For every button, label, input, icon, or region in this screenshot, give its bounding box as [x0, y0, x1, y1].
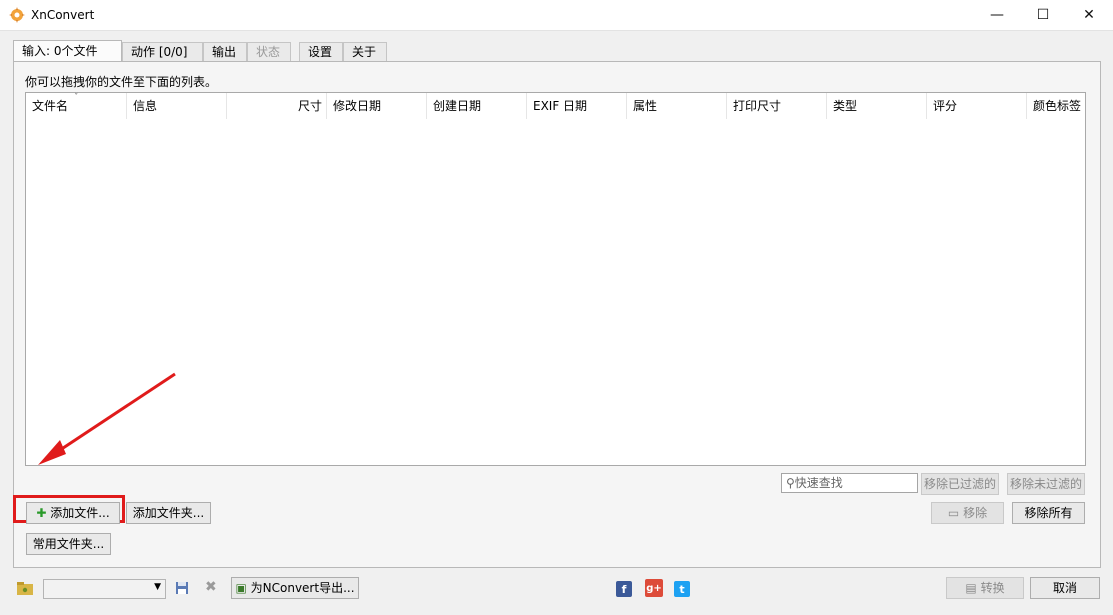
annotation-arrow: [38, 372, 176, 465]
export-nconvert-button[interactable]: ▣ 为NConvert导出...: [231, 577, 359, 599]
minus-icon: ▭: [947, 506, 960, 520]
dropdown-arrow-icon: ▼: [154, 582, 161, 592]
minimize-button[interactable]: —: [974, 0, 1020, 30]
minimize-icon: —: [990, 7, 1004, 23]
save-icon[interactable]: [175, 581, 189, 595]
remove-filtered-button[interactable]: 移除已过滤的: [921, 473, 999, 495]
remove-all-button[interactable]: 移除所有: [1012, 502, 1085, 524]
facebook-icon[interactable]: f: [616, 581, 632, 597]
tab-actions[interactable]: 动作 [0/0]: [122, 42, 203, 62]
cancel-button[interactable]: 取消: [1030, 577, 1100, 599]
twitter-icon[interactable]: t: [674, 581, 690, 597]
convert-icon: ▤: [965, 581, 977, 595]
maximize-button[interactable]: ☐: [1020, 0, 1066, 30]
column-header-info[interactable]: 信息: [127, 93, 227, 119]
search-placeholder: 快速查找: [794, 476, 843, 490]
file-list[interactable]: 文件名 ˇ 信息 尺寸 修改日期 创建日期 EXIF 日期 属性 打印尺寸 类型…: [25, 92, 1086, 466]
tab-settings[interactable]: 设置: [299, 42, 343, 62]
quick-search-input[interactable]: ⚲快速查找: [781, 473, 918, 493]
preset-combo[interactable]: ▼: [43, 579, 166, 599]
close-button[interactable]: ✕: [1066, 0, 1112, 30]
column-header-size[interactable]: 尺寸: [227, 93, 327, 119]
delete-icon[interactable]: ✖: [205, 579, 217, 595]
maximize-icon: ☐: [1036, 7, 1050, 23]
column-header-attributes[interactable]: 属性: [627, 93, 727, 119]
column-header-print-size[interactable]: 打印尺寸: [727, 93, 827, 119]
window-title: XnConvert: [31, 8, 95, 22]
tab-input[interactable]: 输入: 0个文件: [13, 40, 122, 62]
title-bar: XnConvert — ☐ ✕: [0, 0, 1113, 31]
remove-button[interactable]: ▭ 移除: [931, 502, 1004, 524]
facebook-glyph: f: [621, 582, 627, 596]
tab-output[interactable]: 输出: [203, 42, 247, 62]
common-folders-button[interactable]: 常用文件夹...: [26, 533, 111, 555]
column-header-type[interactable]: 类型: [827, 93, 927, 119]
search-icon: ⚲: [786, 476, 795, 490]
add-files-label: 添加文件...: [50, 506, 110, 520]
drag-hint: 你可以拖拽你的文件至下面的列表。: [25, 75, 218, 89]
column-header-color-label[interactable]: 颜色标签: [1027, 93, 1085, 119]
tab-status: 状态: [247, 42, 291, 62]
close-icon: ✕: [1083, 7, 1095, 23]
column-header-rating[interactable]: 评分: [927, 93, 1027, 119]
tab-about[interactable]: 关于: [343, 42, 387, 62]
add-folder-button[interactable]: 添加文件夹...: [126, 502, 211, 524]
export-icon: ▣: [235, 581, 247, 595]
twitter-glyph: t: [679, 582, 685, 596]
add-files-button[interactable]: ✚ 添加文件...: [26, 502, 120, 524]
googleplus-glyph: g+: [646, 582, 662, 594]
column-header-created[interactable]: 创建日期: [427, 93, 527, 119]
convert-label: 转换: [980, 581, 1005, 595]
add-icon: ✚: [36, 506, 47, 520]
export-label: 为NConvert导出...: [250, 581, 355, 595]
column-header-exif-date[interactable]: EXIF 日期: [527, 93, 627, 119]
sort-chevron-icon: ˇ: [74, 93, 79, 103]
remove-label: 移除: [963, 506, 988, 520]
remove-unfiltered-button[interactable]: 移除未过滤的: [1007, 473, 1085, 495]
convert-button[interactable]: ▤ 转换: [946, 577, 1024, 599]
xnconvert-logo-icon: [9, 7, 25, 23]
column-header-modified[interactable]: 修改日期: [327, 93, 427, 119]
googleplus-icon[interactable]: g+: [645, 579, 663, 597]
open-folder-icon[interactable]: [17, 581, 33, 595]
